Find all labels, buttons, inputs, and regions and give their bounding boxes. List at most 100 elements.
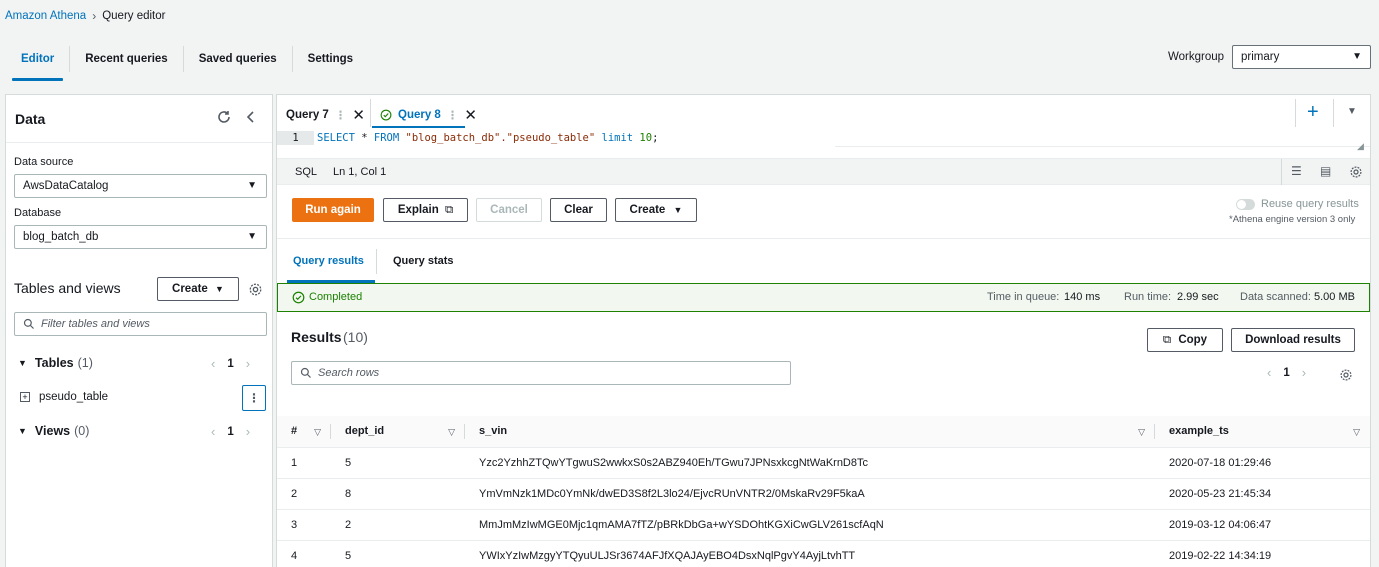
tables-section-toggle[interactable]: ▼ Tables (1)	[18, 356, 93, 370]
table-row: 4 5 YWIxYzIwMzgyYTQyuULJSr3674AFJfXQAJAy…	[277, 540, 1370, 567]
search-rows-input[interactable]: Search rows	[291, 361, 791, 385]
sql-text: ;	[652, 132, 659, 144]
tab-query-results[interactable]: Query results	[293, 255, 364, 267]
cell-index: 3	[277, 509, 331, 541]
drag-handle-icon[interactable]: ⋮	[335, 108, 347, 122]
editor-status-bar: SQL Ln 1, Col 1 ☰ ▤	[277, 158, 1370, 185]
clear-button[interactable]: Clear	[550, 198, 607, 222]
sql-text: *	[354, 132, 374, 144]
database-value: blog_batch_db	[23, 231, 99, 243]
cell-example-ts: 2020-07-18 01:29:46	[1155, 447, 1370, 479]
chevron-right-icon[interactable]: ›	[1302, 365, 1306, 380]
copy-label: Copy	[1178, 334, 1208, 346]
reuse-results-label: Reuse query results	[1261, 198, 1359, 210]
workgroup-value: primary	[1241, 51, 1280, 63]
create-button[interactable]: Create ▼	[157, 277, 239, 301]
active-tab-underline	[372, 126, 465, 128]
chevron-right-icon[interactable]: ›	[246, 356, 250, 371]
gear-icon[interactable]	[248, 282, 263, 297]
resize-handle-icon[interactable]: ◢	[1357, 141, 1364, 152]
editor-panel: Query 7 ⋮ ✕ Query 8 ⋮ ✕ + ▼ 1 SELECT * F…	[276, 94, 1371, 567]
tab-settings[interactable]: Settings	[291, 46, 368, 72]
close-icon[interactable]: ✕	[464, 106, 477, 124]
query-actions: Run again Explain ⧉ Cancel Clear Create …	[277, 186, 1370, 237]
gear-icon[interactable]	[1339, 368, 1353, 382]
workgroup-select[interactable]: primary ▼	[1232, 45, 1371, 69]
query-tab-8[interactable]: Query 8 ⋮ ✕	[380, 103, 477, 127]
explain-label: Explain	[397, 204, 439, 216]
more-options-icon[interactable]: ⋮	[242, 385, 266, 411]
create-label: Create	[629, 204, 666, 216]
caret-down-icon[interactable]: ▼	[1347, 106, 1357, 117]
data-source-select[interactable]: AwsDataCatalog ▼	[14, 174, 267, 198]
tables-count: (1)	[77, 356, 93, 370]
tab-query-stats[interactable]: Query stats	[393, 255, 454, 267]
sort-icon[interactable]: ▽	[1353, 427, 1360, 438]
results-title: Results	[291, 329, 342, 345]
expand-plus-icon[interactable]: +	[20, 392, 30, 402]
column-header-s-vin[interactable]: s_vin ▽	[465, 416, 1155, 448]
gear-icon[interactable]	[1349, 165, 1363, 179]
refresh-icon[interactable]	[216, 109, 232, 125]
cell-index: 1	[277, 447, 331, 479]
chevron-right-icon[interactable]: ›	[246, 424, 250, 439]
chevron-left-icon[interactable]: ‹	[211, 424, 215, 439]
sql-code[interactable]: SELECT * FROM "blog_batch_db"."pseudo_ta…	[317, 131, 658, 145]
results-page-number[interactable]: 1	[1283, 367, 1289, 379]
cursor-position: Ln 1, Col 1	[333, 166, 387, 178]
reuse-results-toggle[interactable]	[1236, 199, 1255, 210]
query-tab-7[interactable]: Query 7 ⋮ ✕	[286, 103, 365, 127]
table-list-item[interactable]: + pseudo_table ⋮	[6, 384, 272, 412]
data-panel: Data Data source AwsDataCatalog ▼ Databa…	[5, 94, 273, 567]
format-icon[interactable]: ☰	[1291, 164, 1302, 178]
views-pager: ‹ 1 ›	[211, 424, 250, 439]
cell-dept-id: 5	[331, 447, 465, 479]
caret-down-icon: ▼	[247, 180, 257, 191]
chevron-left-icon[interactable]: ‹	[211, 356, 215, 371]
views-page-number[interactable]: 1	[227, 426, 233, 438]
sort-icon[interactable]: ▽	[314, 427, 321, 438]
tables-page-number[interactable]: 1	[227, 358, 233, 370]
run-again-button[interactable]: Run again	[292, 198, 374, 222]
drag-handle-icon[interactable]: ⋮	[447, 108, 459, 122]
column-header-example-ts[interactable]: example_ts ▽	[1155, 416, 1370, 448]
column-header-dept-id[interactable]: dept_id ▽	[331, 416, 465, 448]
sort-icon[interactable]: ▽	[1138, 427, 1145, 438]
chevron-left-icon[interactable]: ‹	[1267, 365, 1271, 380]
explain-button[interactable]: Explain ⧉	[383, 198, 468, 222]
column-header-label: s_vin	[479, 425, 508, 438]
tab-recent-queries[interactable]: Recent queries	[69, 46, 182, 72]
database-label: Database	[14, 207, 62, 219]
editor-divider	[835, 146, 1370, 147]
add-query-icon[interactable]: +	[1307, 99, 1319, 125]
results-table: # ▽ dept_id ▽ s_vin ▽ example_ts ▽ 1 5 Yzc2Y…	[277, 416, 1370, 567]
top-tabs: Editor Recent queries Saved queries Sett…	[6, 44, 368, 81]
database-select[interactable]: blog_batch_db ▼	[14, 225, 267, 249]
copy-button[interactable]: ⧉ Copy	[1147, 328, 1223, 352]
search-placeholder: Search rows	[318, 367, 380, 379]
table-row: 2 8 YmVmNzk1MDc0YmNk/dwED3S8f2L3lo24/Ejv…	[277, 478, 1370, 510]
tab-editor[interactable]: Editor	[6, 46, 69, 81]
shortcuts-icon[interactable]: ▤	[1320, 164, 1331, 178]
time-in-queue-label: Time in queue:	[987, 291, 1060, 303]
tab-divider	[376, 249, 377, 274]
cancel-button[interactable]: Cancel	[476, 198, 542, 222]
external-link-icon: ⧉	[444, 204, 454, 216]
sort-icon[interactable]: ▽	[448, 427, 455, 438]
close-icon[interactable]: ✕	[352, 106, 365, 124]
views-section-toggle[interactable]: ▼ Views (0)	[18, 424, 89, 438]
column-header-label: dept_id	[345, 425, 385, 438]
caret-down-icon: ▼	[215, 284, 224, 294]
filter-tables-input[interactable]: Filter tables and views	[14, 312, 267, 336]
tables-views-title: Tables and views	[14, 280, 121, 296]
sql-string: "blog_batch_db"."pseudo_table"	[399, 132, 602, 144]
column-header-index[interactable]: # ▽	[277, 416, 331, 448]
chevron-right-icon: ›	[92, 9, 97, 23]
download-results-button[interactable]: Download results	[1231, 328, 1355, 352]
cell-s-vin: MmJmMzIwMGE0Mjc1qmAMA7fTZ/pBRkDbGa+wYSDO…	[465, 509, 1155, 541]
chevron-left-icon[interactable]	[243, 109, 259, 125]
breadcrumb-root-link[interactable]: Amazon Athena	[5, 10, 86, 22]
tab-saved-queries[interactable]: Saved queries	[182, 46, 292, 72]
create-menu-button[interactable]: Create ▼	[615, 198, 697, 222]
sql-keyword: limit	[601, 132, 634, 144]
